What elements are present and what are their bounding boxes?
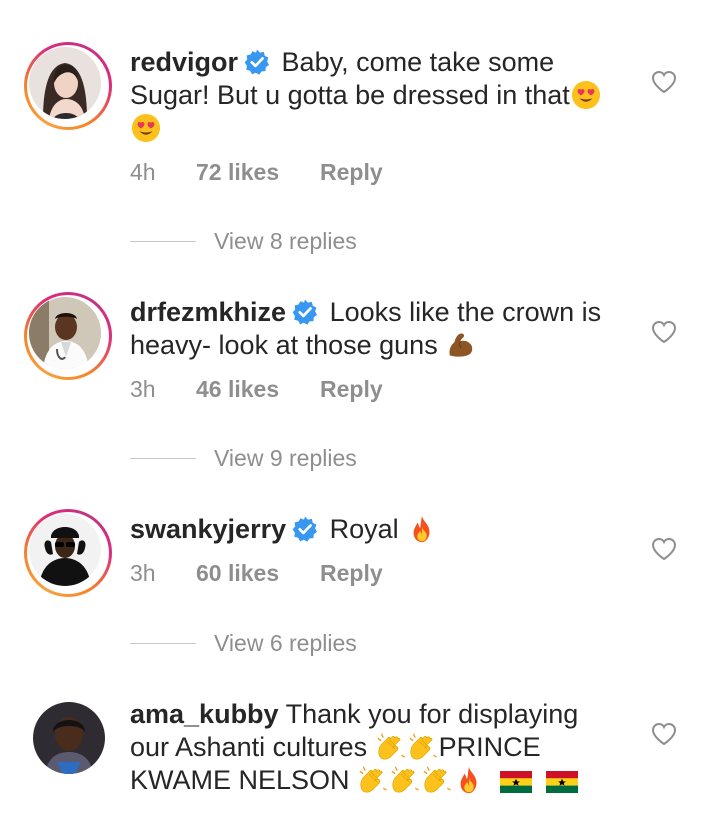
comment-time: 3h xyxy=(130,560,156,586)
comment-body-line: Royal xyxy=(329,514,399,544)
clapping-hands-emoji-icon xyxy=(358,765,388,795)
verified-badge-icon xyxy=(292,516,318,542)
view-replies[interactable]: View 9 replies xyxy=(130,443,430,473)
reply-button[interactable]: Reply xyxy=(320,157,383,187)
comment-likes[interactable]: 60 likes xyxy=(196,558,279,588)
comment-body-line: Thank you for displaying xyxy=(285,699,579,729)
view-replies-label[interactable]: View 6 replies xyxy=(214,628,357,658)
clapping-hands-emoji-icon xyxy=(408,732,438,762)
ghana-flag-emoji-icon xyxy=(499,769,533,795)
avatar-image xyxy=(29,47,101,119)
comment-body-line: Looks like the crown is xyxy=(329,297,602,327)
avatar-image xyxy=(29,297,101,369)
divider xyxy=(130,458,196,459)
avatar-image xyxy=(29,514,101,586)
comment-body-line: our Ashanti cultures xyxy=(130,732,368,762)
comment-text: drfezmkhize Looks like the crown is heav… xyxy=(130,296,630,362)
avatar[interactable] xyxy=(24,42,112,130)
comment-body-line: PRINCE xyxy=(438,732,541,762)
comment-body-line: Baby, come take some xyxy=(281,47,555,77)
divider xyxy=(130,643,196,644)
avatar-image xyxy=(33,702,105,774)
avatar[interactable] xyxy=(24,509,112,597)
comment-username[interactable]: swankyjerry xyxy=(130,514,286,544)
comment-time: 3h xyxy=(130,376,156,402)
fire-emoji-icon xyxy=(407,514,437,544)
avatar[interactable] xyxy=(24,292,112,380)
reply-button[interactable]: Reply xyxy=(320,558,383,588)
comment-text: redvigor Baby, come take some Sugar! But… xyxy=(130,46,630,145)
comment-time: 4h xyxy=(130,159,156,185)
view-replies-label[interactable]: View 8 replies xyxy=(214,226,357,256)
comment-text: swankyjerry Royal xyxy=(130,513,630,546)
comment-text: ama_kubby Thank you for displaying our A… xyxy=(130,698,630,797)
scroll-cutoff-mark: ' xyxy=(312,0,315,8)
view-replies[interactable]: View 8 replies xyxy=(130,226,430,256)
comment-username[interactable]: drfezmkhize xyxy=(130,297,286,327)
comment-body-line: KWAME NELSON xyxy=(130,765,350,795)
clapping-hands-emoji-icon xyxy=(390,765,420,795)
view-replies-label[interactable]: View 9 replies xyxy=(214,443,357,473)
reply-button[interactable]: Reply xyxy=(320,374,383,404)
flexed-biceps-emoji-icon xyxy=(446,330,476,360)
heart-eyes-emoji-icon xyxy=(131,113,161,143)
ghana-flag-emoji-icon xyxy=(545,769,579,795)
comment-username[interactable]: redvigor xyxy=(130,47,238,77)
comment-username[interactable]: ama_kubby xyxy=(130,699,279,729)
view-replies[interactable]: View 6 replies xyxy=(130,628,430,658)
comment-body-line: heavy- look at those guns xyxy=(130,330,438,360)
divider xyxy=(130,241,196,242)
like-heart-icon[interactable] xyxy=(651,70,677,94)
clapping-hands-emoji-icon xyxy=(376,732,406,762)
comment-body-line: Sugar! But u gotta be dressed in that xyxy=(130,80,570,110)
comment-likes[interactable]: 46 likes xyxy=(196,374,279,404)
like-heart-icon[interactable] xyxy=(651,537,677,561)
verified-badge-icon xyxy=(292,299,318,325)
like-heart-icon[interactable] xyxy=(651,722,677,746)
fire-emoji-icon xyxy=(454,765,484,795)
heart-eyes-emoji-icon xyxy=(571,80,601,110)
like-heart-icon[interactable] xyxy=(651,320,677,344)
comment-likes[interactable]: 72 likes xyxy=(196,157,279,187)
verified-badge-icon xyxy=(244,49,270,75)
clapping-hands-emoji-icon xyxy=(422,765,452,795)
avatar[interactable] xyxy=(33,702,105,774)
